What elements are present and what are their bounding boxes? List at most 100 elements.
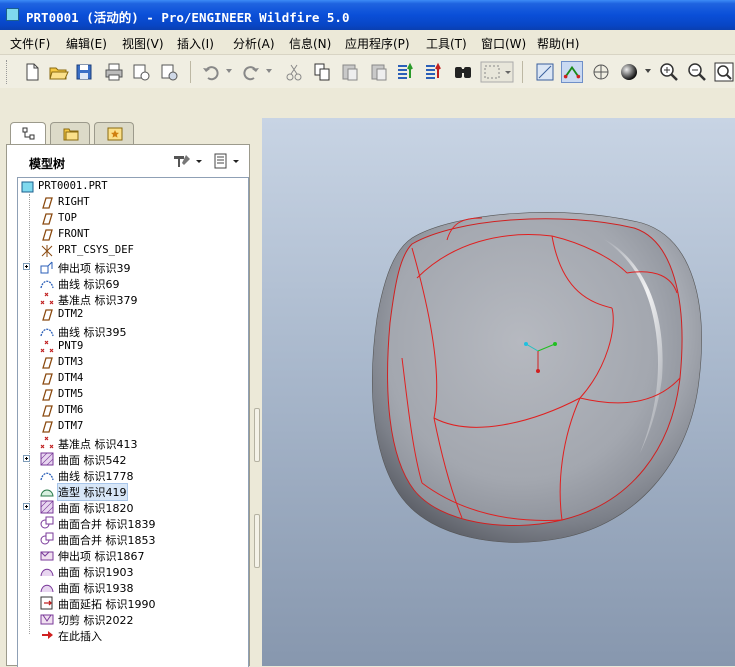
tree-item[interactable]: DTM7	[18, 419, 248, 435]
tree-item[interactable]: TOP	[18, 211, 248, 227]
shading-dropdown-icon[interactable]	[645, 69, 651, 73]
merge-icon	[40, 532, 54, 546]
regenerate-icon[interactable]	[395, 61, 417, 83]
tree-item[interactable]: 曲面 标识1938	[18, 579, 248, 595]
regenerate-manager-icon[interactable]	[423, 61, 445, 83]
tree-item[interactable]: 曲面 标识542	[18, 451, 248, 467]
tree-item-label: 曲面合并 标识1853	[58, 534, 156, 547]
expand-toggle-icon[interactable]	[23, 455, 30, 462]
tab-model-tree[interactable]	[10, 122, 46, 144]
cut-icon[interactable]	[283, 61, 305, 83]
datum-display-icon[interactable]	[561, 61, 583, 83]
tree-item-label: DTM2	[58, 308, 84, 320]
shading-icon[interactable]	[618, 61, 640, 83]
model-tree-panel: 模型树 PRT0001.PRT RIGHT TOP FRONT PRT_CSYS_DEF…	[6, 144, 250, 667]
undo-icon[interactable]	[200, 61, 222, 83]
tree-item[interactable]: DTM4	[18, 371, 248, 387]
tree-item-label: DTM4	[58, 372, 84, 384]
copy-icon[interactable]	[311, 61, 333, 83]
paste-special-icon[interactable]	[368, 61, 390, 83]
tree-item[interactable]: PRT_CSYS_DEF	[18, 243, 248, 259]
toolbar-separator	[190, 61, 191, 83]
menu-item-8[interactable]: 窗口(W)	[481, 35, 526, 52]
paste-icon[interactable]	[339, 61, 361, 83]
email-link-icon[interactable]	[158, 61, 180, 83]
tree-item[interactable]: 曲线 标识395	[18, 323, 248, 339]
new-icon[interactable]	[21, 61, 43, 83]
refit-icon[interactable]	[713, 61, 735, 83]
show-icon[interactable]	[213, 153, 247, 169]
tree-item[interactable]: 曲面合并 标识1853	[18, 531, 248, 547]
undo-dropdown-icon[interactable]	[226, 69, 232, 73]
expand-toggle-icon[interactable]	[23, 263, 30, 270]
zoom-out-icon[interactable]	[686, 61, 708, 83]
tree-item[interactable]: DTM6	[18, 403, 248, 419]
tree-item[interactable]: 基准点 标识413	[18, 435, 248, 451]
toolbar-grip[interactable]	[6, 60, 10, 84]
tree-item[interactable]: 曲面延拓 标识1990	[18, 595, 248, 611]
tree-item[interactable]: DTM5	[18, 387, 248, 403]
expand-toggle-icon[interactable]	[23, 503, 30, 510]
print-icon[interactable]	[103, 61, 125, 83]
tree-item[interactable]: 基准点 标识379	[18, 291, 248, 307]
surface-icon	[40, 452, 54, 466]
menu-item-0[interactable]: 文件(F)	[10, 35, 50, 52]
tree-item-label: 基准点 标识413	[58, 438, 138, 451]
folder-icon	[63, 128, 79, 141]
menu-item-2[interactable]: 视图(V)	[122, 35, 164, 52]
tree-item[interactable]: 曲面 标识1903	[18, 563, 248, 579]
menu-item-5[interactable]: 信息(N)	[289, 35, 331, 52]
tree-item[interactable]: 曲线 标识1778	[18, 467, 248, 483]
tree-item-label: PRT0001.PRT	[38, 180, 108, 192]
tree-item[interactable]: FRONT	[18, 227, 248, 243]
menu-item-1[interactable]: 编辑(E)	[66, 35, 107, 52]
find-icon[interactable]	[452, 61, 474, 83]
open-icon[interactable]	[47, 61, 69, 83]
toolbar-area	[0, 88, 735, 118]
tree-item[interactable]: 曲面合并 标识1839	[18, 515, 248, 531]
orient-icon[interactable]	[534, 61, 556, 83]
splitter-grip[interactable]	[254, 514, 260, 568]
redo-icon[interactable]	[240, 61, 262, 83]
splitter-grip[interactable]	[254, 408, 260, 462]
model-view[interactable]	[262, 118, 735, 666]
tree-item-label: 曲面延拓 标识1990	[58, 598, 156, 611]
tree-item-label: 基准点 标识379	[58, 294, 138, 307]
tree-item[interactable]: RIGHT	[18, 195, 248, 211]
menu-item-7[interactable]: 工具(T)	[426, 35, 467, 52]
model-tree[interactable]: PRT0001.PRT RIGHT TOP FRONT PRT_CSYS_DEF 伸出项 …	[17, 177, 249, 667]
tree-item[interactable]: 伸出项 标识39	[18, 259, 248, 275]
save-icon[interactable]	[73, 61, 95, 83]
menu-item-9[interactable]: 帮助(H)	[537, 35, 579, 52]
tab-folder-browser[interactable]	[50, 122, 90, 144]
graphics-viewport[interactable]	[262, 118, 735, 666]
panel-splitter[interactable]	[252, 118, 262, 666]
panel-title: 模型树	[29, 157, 66, 171]
email-icon[interactable]	[130, 61, 152, 83]
csys-icon	[40, 244, 54, 258]
tree-item[interactable]: DTM2	[18, 307, 248, 323]
tree-item[interactable]: 切剪 标识2022	[18, 611, 248, 627]
tree-item-label: 切剪 标识2022	[58, 614, 134, 627]
tab-favorites[interactable]	[94, 122, 134, 144]
settings-icon[interactable]	[171, 153, 205, 169]
tree-item[interactable]: DTM3	[18, 355, 248, 371]
menu-item-4[interactable]: 分析(A)	[233, 35, 275, 52]
datum-plane-icon	[40, 356, 54, 370]
tree-item[interactable]: 造型 标识419	[18, 483, 248, 501]
tree-item[interactable]: 在此插入	[18, 627, 248, 643]
menu-item-3[interactable]: 插入(I)	[177, 35, 214, 52]
tree-item[interactable]: 曲面 标识1820	[18, 499, 248, 515]
spin-center-icon[interactable]	[590, 61, 612, 83]
select-box-icon[interactable]	[480, 61, 514, 83]
tree-item[interactable]: 曲线 标识69	[18, 275, 248, 291]
tree-item-label: 曲面合并 标识1839	[58, 518, 156, 531]
datum-plane-icon	[40, 420, 54, 434]
menu-item-6[interactable]: 应用程序(P)	[345, 35, 410, 52]
zoom-in-icon[interactable]	[658, 61, 680, 83]
curve-icon	[40, 468, 54, 482]
tree-item[interactable]: 伸出项 标识1867	[18, 547, 248, 563]
tree-item[interactable]: PNT9	[18, 339, 248, 355]
tree-root-item[interactable]: PRT0001.PRT	[18, 179, 248, 195]
redo-dropdown-icon[interactable]	[266, 69, 272, 73]
